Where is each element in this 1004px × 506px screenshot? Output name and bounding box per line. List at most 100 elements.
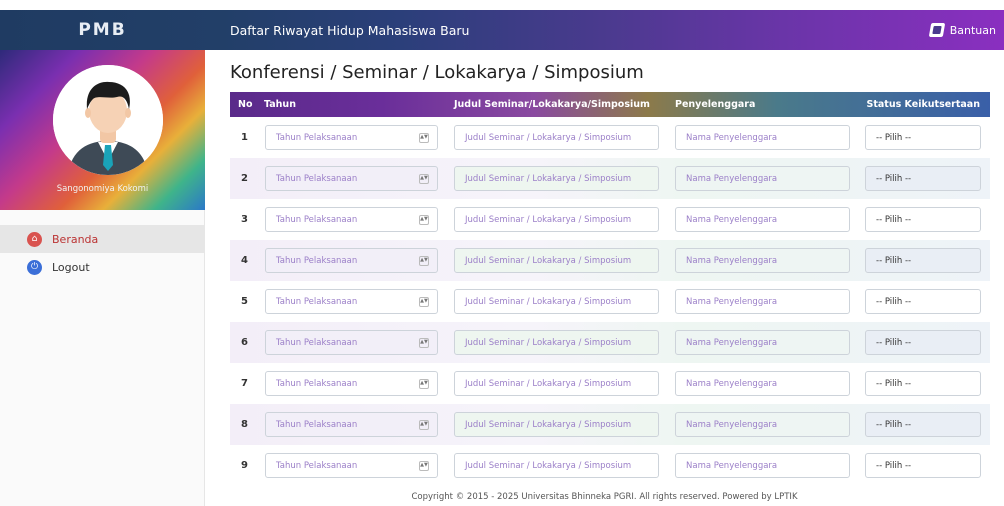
brand-logo[interactable]: PMB <box>0 10 205 50</box>
help-button[interactable]: Bantuan <box>928 10 996 50</box>
row-number: 2 <box>241 173 248 184</box>
stepper-icon[interactable]: ▲▼ <box>419 460 429 471</box>
status-select[interactable]: -- Pilih -- <box>865 412 981 437</box>
penyelenggara-input[interactable]: Nama Penyelenggara <box>675 371 850 396</box>
tahun-placeholder: Tahun Pelaksanaan <box>276 173 358 184</box>
table-row: 6 Tahun Pelaksanaan ▲▼ Judul Seminar / Loka… <box>230 322 990 363</box>
judul-input[interactable]: Judul Seminar / Lokakarya / Simposium <box>454 371 659 396</box>
penyelenggara-input[interactable]: Nama Penyelenggara <box>675 330 850 355</box>
status-select[interactable]: -- Pilih -- <box>865 248 981 273</box>
judul-input[interactable]: Judul Seminar / Lokakarya / Simposium <box>454 453 659 478</box>
judul-input[interactable]: Judul Seminar / Lokakarya / Simposium <box>454 166 659 191</box>
sidebar-item-beranda[interactable]: ⌂ Beranda <box>0 225 205 253</box>
penyelenggara-placeholder: Nama Penyelenggara <box>686 173 778 184</box>
row-number: 1 <box>241 132 248 143</box>
stepper-icon[interactable]: ▲▼ <box>419 419 429 430</box>
status-select[interactable]: -- Pilih -- <box>865 125 981 150</box>
judul-input[interactable]: Judul Seminar / Lokakarya / Simposium <box>454 248 659 273</box>
penyelenggara-input[interactable]: Nama Penyelenggara <box>675 207 850 232</box>
judul-input[interactable]: Judul Seminar / Lokakarya / Simposium <box>454 412 659 437</box>
table-body: 1 Tahun Pelaksanaan ▲▼ Judul Seminar / Loka… <box>230 117 990 484</box>
tahun-placeholder: Tahun Pelaksanaan <box>276 255 358 266</box>
status-select[interactable]: -- Pilih -- <box>865 330 981 355</box>
status-select[interactable]: -- Pilih -- <box>865 453 981 478</box>
tahun-placeholder: Tahun Pelaksanaan <box>276 214 358 225</box>
row-number: 9 <box>241 460 248 471</box>
penyelenggara-input[interactable]: Nama Penyelenggara <box>675 166 850 191</box>
column-header-no: No <box>238 99 253 110</box>
stepper-icon[interactable]: ▲▼ <box>419 378 429 389</box>
page-title: Konferensi / Seminar / Lokakarya / Simpo… <box>230 62 644 83</box>
status-selected-value: -- Pilih -- <box>876 337 912 348</box>
tahun-input[interactable]: Tahun Pelaksanaan ▲▼ <box>265 207 438 232</box>
stepper-icon[interactable]: ▲▼ <box>419 132 429 143</box>
judul-placeholder: Judul Seminar / Lokakarya / Simposium <box>465 214 632 225</box>
column-header-penyelenggara: Penyelenggara <box>675 99 756 110</box>
user-name: Sangonomiya Kokomi <box>56 184 149 194</box>
penyelenggara-input[interactable]: Nama Penyelenggara <box>675 125 850 150</box>
status-select[interactable]: -- Pilih -- <box>865 166 981 191</box>
stepper-icon[interactable]: ▲▼ <box>419 173 429 184</box>
row-number: 6 <box>241 337 248 348</box>
penyelenggara-input[interactable]: Nama Penyelenggara <box>675 412 850 437</box>
table-row: 1 Tahun Pelaksanaan ▲▼ Judul Seminar / Loka… <box>230 117 990 158</box>
tahun-input[interactable]: Tahun Pelaksanaan ▲▼ <box>265 330 438 355</box>
penyelenggara-placeholder: Nama Penyelenggara <box>686 378 778 389</box>
power-icon: ⏻ <box>27 259 42 275</box>
penyelenggara-input[interactable]: Nama Penyelenggara <box>675 453 850 478</box>
penyelenggara-input[interactable]: Nama Penyelenggara <box>675 289 850 314</box>
penyelenggara-placeholder: Nama Penyelenggara <box>686 255 778 266</box>
table-row: 9 Tahun Pelaksanaan ▲▼ Judul Seminar / Loka… <box>230 445 990 484</box>
status-selected-value: -- Pilih -- <box>876 296 912 307</box>
status-selected-value: -- Pilih -- <box>876 173 912 184</box>
status-select[interactable]: -- Pilih -- <box>865 371 981 396</box>
table-row: 8 Tahun Pelaksanaan ▲▼ Judul Seminar / Loka… <box>230 404 990 445</box>
status-selected-value: -- Pilih -- <box>876 255 912 266</box>
book-icon <box>928 23 945 37</box>
stepper-icon[interactable]: ▲▼ <box>419 214 429 225</box>
sidebar-item-label: Beranda <box>52 232 99 246</box>
tahun-input[interactable]: Tahun Pelaksanaan ▲▼ <box>265 371 438 396</box>
tahun-input[interactable]: Tahun Pelaksanaan ▲▼ <box>265 125 438 150</box>
avatar-illustration-icon <box>53 65 163 175</box>
tahun-placeholder: Tahun Pelaksanaan <box>276 460 358 471</box>
tahun-placeholder: Tahun Pelaksanaan <box>276 132 358 143</box>
status-select[interactable]: -- Pilih -- <box>865 289 981 314</box>
stepper-icon[interactable]: ▲▼ <box>419 337 429 348</box>
row-number: 3 <box>241 214 248 225</box>
sidebar-item-logout[interactable]: ⏻ Logout <box>0 253 205 281</box>
status-select[interactable]: -- Pilih -- <box>865 207 981 232</box>
stepper-icon[interactable]: ▲▼ <box>419 255 429 266</box>
row-number: 8 <box>241 419 248 430</box>
column-header-judul: Judul Seminar/Lokakarya/Simposium <box>454 99 650 110</box>
table-row: 2 Tahun Pelaksanaan ▲▼ Judul Seminar / Loka… <box>230 158 990 199</box>
tahun-input[interactable]: Tahun Pelaksanaan ▲▼ <box>265 453 438 478</box>
tahun-input[interactable]: Tahun Pelaksanaan ▲▼ <box>265 248 438 273</box>
stepper-icon[interactable]: ▲▼ <box>419 296 429 307</box>
judul-placeholder: Judul Seminar / Lokakarya / Simposium <box>465 296 632 307</box>
penyelenggara-input[interactable]: Nama Penyelenggara <box>675 248 850 273</box>
judul-input[interactable]: Judul Seminar / Lokakarya / Simposium <box>454 125 659 150</box>
judul-input[interactable]: Judul Seminar / Lokakarya / Simposium <box>454 207 659 232</box>
tahun-input[interactable]: Tahun Pelaksanaan ▲▼ <box>265 412 438 437</box>
tahun-placeholder: Tahun Pelaksanaan <box>276 419 358 430</box>
penyelenggara-placeholder: Nama Penyelenggara <box>686 419 778 430</box>
tahun-input[interactable]: Tahun Pelaksanaan ▲▼ <box>265 166 438 191</box>
judul-input[interactable]: Judul Seminar / Lokakarya / Simposium <box>454 330 659 355</box>
judul-placeholder: Judul Seminar / Lokakarya / Simposium <box>465 337 632 348</box>
judul-placeholder: Judul Seminar / Lokakarya / Simposium <box>465 255 632 266</box>
status-selected-value: -- Pilih -- <box>876 132 912 143</box>
status-selected-value: -- Pilih -- <box>876 460 912 471</box>
table-row: 4 Tahun Pelaksanaan ▲▼ Judul Seminar / Loka… <box>230 240 990 281</box>
penyelenggara-placeholder: Nama Penyelenggara <box>686 132 778 143</box>
avatar <box>53 65 163 175</box>
table-header: No Tahun Judul Seminar/Lokakarya/Simposi… <box>230 92 990 117</box>
sidebar-item-label: Logout <box>52 260 90 274</box>
row-number: 5 <box>241 296 248 307</box>
sidebar-nav: ⌂ Beranda ⏻ Logout <box>0 225 205 281</box>
judul-input[interactable]: Judul Seminar / Lokakarya / Simposium <box>454 289 659 314</box>
penyelenggara-placeholder: Nama Penyelenggara <box>686 214 778 225</box>
tahun-placeholder: Tahun Pelaksanaan <box>276 378 358 389</box>
penyelenggara-placeholder: Nama Penyelenggara <box>686 460 778 471</box>
tahun-input[interactable]: Tahun Pelaksanaan ▲▼ <box>265 289 438 314</box>
